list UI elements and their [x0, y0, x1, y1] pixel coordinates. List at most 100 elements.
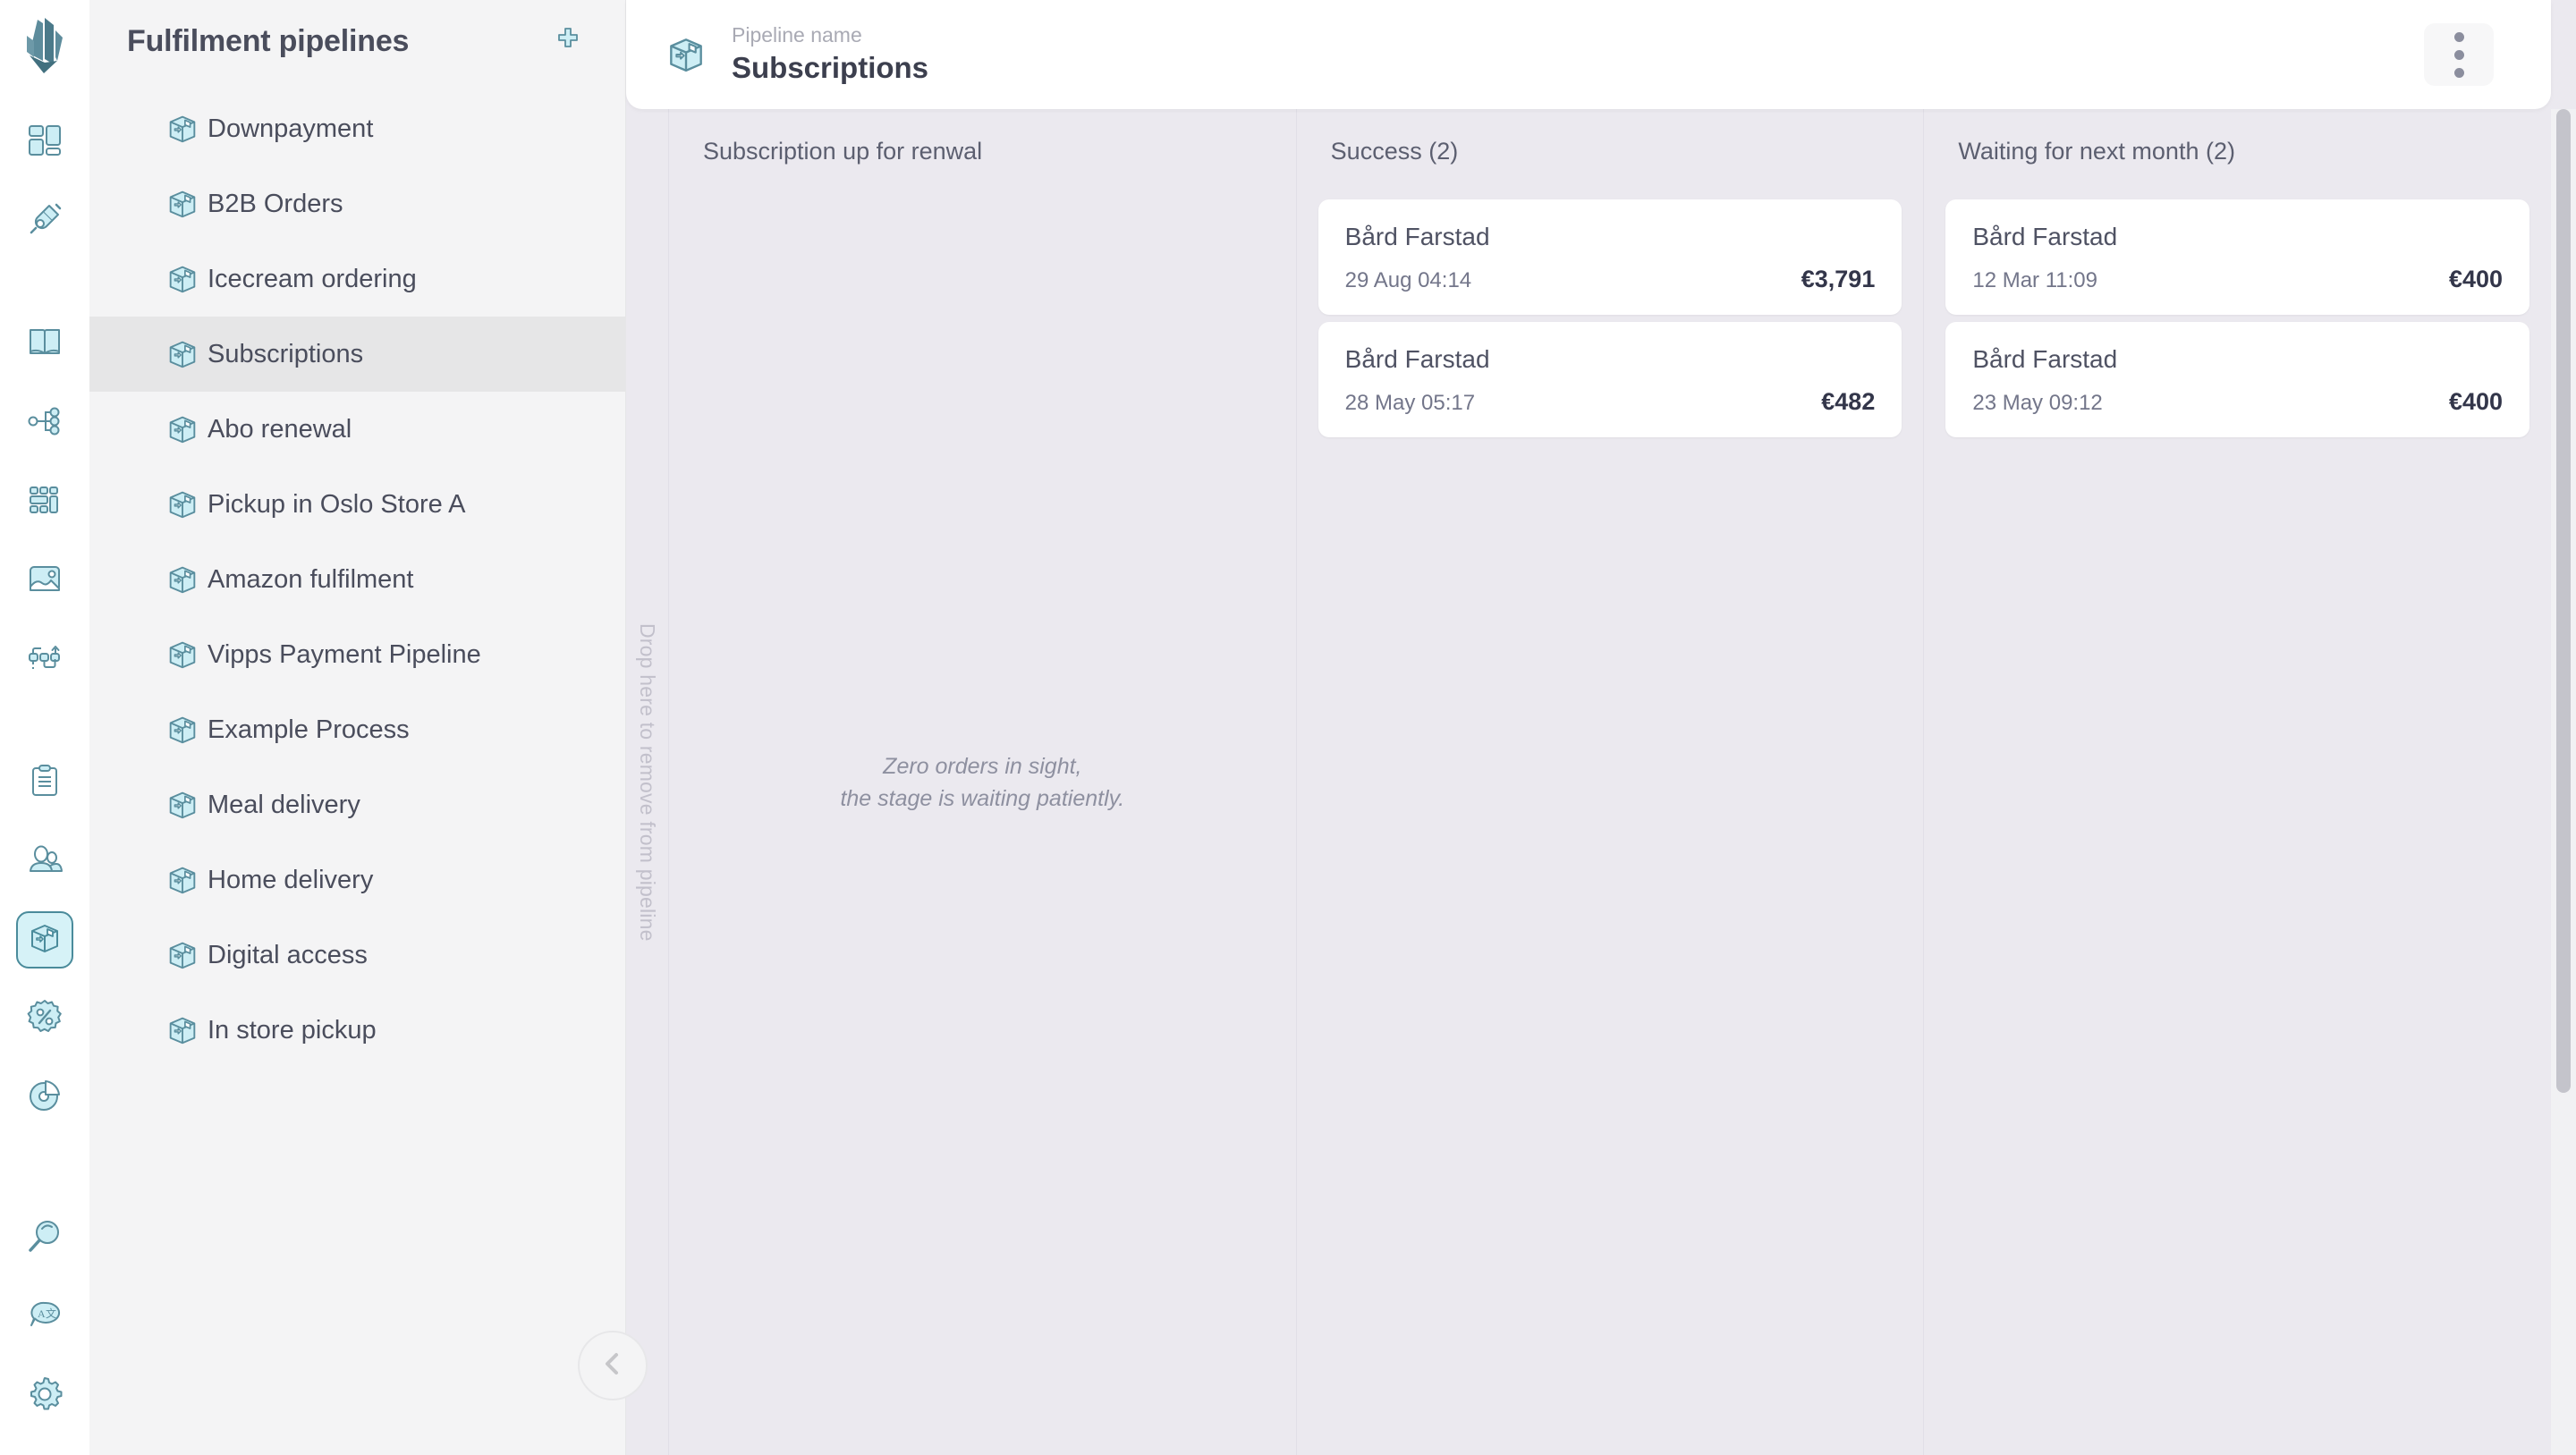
stage-empty-state: Zero orders in sight, the stage is waitin…: [669, 749, 1296, 815]
sidebar-item-translations[interactable]: A 文: [16, 1289, 73, 1346]
order-amount: €400: [2448, 266, 2504, 292]
board-scrollbar[interactable]: [2551, 109, 2576, 1455]
sidebar-item-workflow[interactable]: [16, 630, 73, 688]
discounts-percent-icon: [26, 998, 64, 1040]
order-card[interactable]: Bård Farstad 23 May 09:12 €400: [1945, 322, 2530, 437]
pipeline-list-item[interactable]: Abo renewal: [89, 392, 625, 467]
pipeline-list-item-label: Example Process: [208, 715, 410, 744]
pipelines-sidebar: Fulfilment pipelines Downpayment B2B Ord…: [89, 0, 626, 1455]
package-icon: [165, 712, 200, 748]
pipeline-list-item-label: Vipps Payment Pipeline: [208, 639, 481, 669]
blocks-grid-icon: [26, 481, 64, 523]
stage-title: Subscription up for renwal: [703, 138, 983, 165]
app-logo[interactable]: [19, 18, 71, 81]
app-root: A 文 Fulfilment pipelines Downpayment B2B…: [0, 0, 2576, 1455]
sidebar-item-settings[interactable]: [16, 1367, 73, 1425]
board-scrollbar-thumb[interactable]: [2556, 109, 2571, 1093]
stage-empty-line-1: Zero orders in sight,: [883, 753, 1082, 779]
pipeline-list-item-label: Downpayment: [208, 114, 374, 143]
kebab-dot-icon: [2453, 49, 2464, 60]
add-pipeline-button[interactable]: [550, 23, 586, 59]
package-icon: [165, 186, 200, 222]
pipelines-package-icon: [26, 919, 64, 961]
plus-icon: [554, 25, 582, 58]
stage-card-list: Bård Farstad 12 Mar 11:09 €400 Bård Farstad…: [1945, 199, 2530, 437]
pipeline-list-item[interactable]: Meal delivery: [89, 767, 625, 842]
sidebar-item-hierarchy[interactable]: [16, 394, 73, 452]
pipeline-options-button[interactable]: [2424, 23, 2494, 86]
pipeline-name-value: Subscriptions: [732, 51, 929, 85]
kebab-dot-icon: [2453, 31, 2464, 42]
sidebar-item-pipelines[interactable]: [16, 911, 73, 969]
pipeline-header-text: Pipeline name Subscriptions: [732, 21, 928, 88]
pipeline-list-item[interactable]: B2B Orders: [89, 166, 625, 241]
package-icon: [165, 111, 200, 147]
svg-text:文: 文: [46, 1307, 56, 1320]
pipeline-list-item-label: In store pickup: [208, 1015, 377, 1045]
collapse-sidebar-button[interactable]: [578, 1331, 648, 1400]
integrations-plug-icon: [26, 200, 64, 242]
package-icon: [165, 261, 200, 297]
sidebar-item-search[interactable]: [16, 1210, 73, 1267]
pipeline-list-item[interactable]: Downpayment: [89, 91, 625, 166]
pipeline-list-item[interactable]: Digital access: [89, 918, 625, 993]
pipeline-stage-column[interactable]: Success (2) Bård Farstad 29 Aug 04:14 €3,79…: [1297, 109, 1925, 1455]
package-icon: [165, 637, 200, 673]
pipeline-list-item-label: Icecream ordering: [208, 264, 417, 293]
pipeline-list-item-label: Meal delivery: [208, 790, 360, 819]
pipeline-list-item[interactable]: Pickup in Oslo Store A: [89, 467, 625, 542]
icon-rail: A 文: [0, 0, 89, 1455]
remove-dropzone-label: Drop here to remove from pipeline: [636, 622, 659, 942]
orders-clipboard-icon: [26, 762, 64, 804]
package-icon: [165, 486, 200, 522]
pipeline-list-item-label: Abo renewal: [208, 414, 352, 444]
order-customer-name: Bård Farstad: [1344, 345, 1490, 373]
order-card[interactable]: Bård Farstad 12 Mar 11:09 €400: [1945, 199, 2530, 315]
package-icon: [165, 862, 200, 898]
stage-empty-line-2: the stage is waiting patiently.: [840, 785, 1125, 811]
pipeline-header: Pipeline name Subscriptions: [626, 0, 2551, 109]
order-card-meta: 28 May 05:17 €482: [1345, 388, 1876, 416]
order-customer-name: Bård Farstad: [1344, 223, 1490, 250]
order-card-meta: 23 May 09:12 €400: [1972, 388, 2503, 416]
order-date: 29 Aug 04:14: [1344, 268, 1472, 292]
pipeline-list-item[interactable]: Vipps Payment Pipeline: [89, 617, 625, 692]
sidebar-item-dashboard[interactable]: [16, 114, 73, 171]
order-card[interactable]: Bård Farstad 28 May 05:17 €482: [1318, 322, 1902, 437]
pipeline-list-item[interactable]: In store pickup: [89, 993, 625, 1068]
sidebar-item-catalog[interactable]: [16, 316, 73, 373]
sidebar-item-integrations[interactable]: [16, 192, 73, 250]
order-amount: €482: [1821, 388, 1876, 415]
pipeline-list-item[interactable]: Subscriptions: [89, 317, 625, 392]
package-icon: [165, 411, 200, 447]
search-magnifier-icon: [26, 1218, 64, 1260]
pipeline-list-item[interactable]: Amazon fulfilment: [89, 542, 625, 617]
pipeline-stage-column[interactable]: Subscription up for renwal Zero orders in…: [669, 109, 1297, 1455]
sidebar-header: Fulfilment pipelines: [89, 0, 625, 82]
sidebar-item-discounts[interactable]: [16, 990, 73, 1047]
pipeline-list: Downpayment B2B Orders Icecream ordering…: [89, 91, 625, 1068]
main-area: Pipeline name Subscriptions Drop here to…: [626, 0, 2576, 1455]
package-icon: [165, 787, 200, 823]
sidebar-item-customers[interactable]: [16, 833, 73, 890]
sidebar-item-blocks[interactable]: [16, 473, 73, 530]
order-card-meta: 12 Mar 11:09 €400: [1972, 266, 2503, 293]
pipeline-list-item-label: Subscriptions: [208, 339, 364, 368]
pipeline-list-item[interactable]: Icecream ordering: [89, 241, 625, 317]
remove-dropzone[interactable]: Drop here to remove from pipeline: [626, 109, 669, 1455]
pipeline-name-label: Pipeline name: [732, 23, 862, 47]
sidebar-item-orders[interactable]: [16, 754, 73, 811]
pipeline-list-item-label: Home delivery: [208, 865, 374, 894]
order-amount: €3,791: [1801, 266, 1876, 292]
svg-text:A: A: [38, 1307, 46, 1320]
sidebar-item-analytics[interactable]: [16, 1069, 73, 1126]
sidebar-item-media[interactable]: [16, 552, 73, 609]
package-icon: [165, 336, 200, 372]
pipeline-stage-column[interactable]: Waiting for next month (2) Bård Farstad 12…: [1924, 109, 2551, 1455]
order-card[interactable]: Bård Farstad 29 Aug 04:14 €3,791: [1318, 199, 1902, 315]
pipeline-board: Drop here to remove from pipeline Subscr…: [626, 109, 2551, 1455]
media-image-icon: [26, 560, 64, 602]
chevron-left-icon: [597, 1349, 628, 1383]
pipeline-list-item[interactable]: Example Process: [89, 692, 625, 767]
pipeline-list-item[interactable]: Home delivery: [89, 842, 625, 918]
